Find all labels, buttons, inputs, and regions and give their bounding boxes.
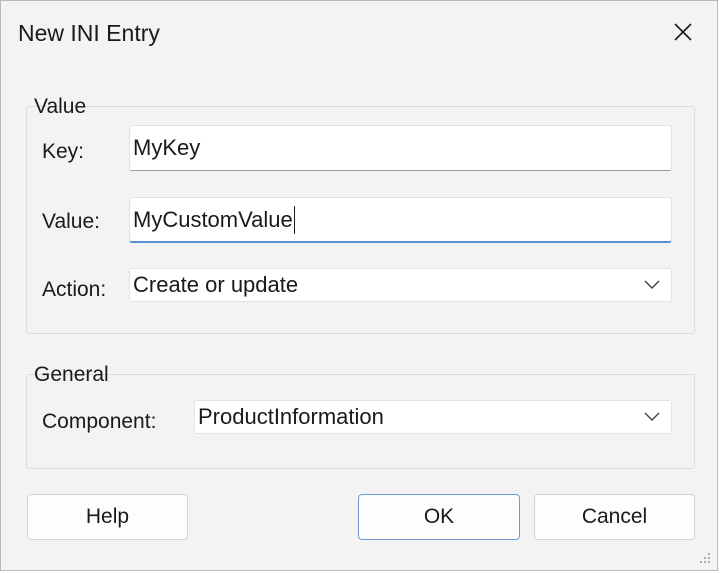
value-label: Value: [42, 210, 100, 233]
general-group-label: General [34, 363, 109, 386]
ok-button[interactable]: OK [358, 494, 520, 540]
cancel-button[interactable]: Cancel [534, 494, 695, 540]
component-selected-value: ProductInformation [198, 404, 384, 429]
value-group-label: Value [34, 95, 87, 118]
component-combobox[interactable]: ProductInformation [194, 400, 672, 434]
help-button[interactable]: Help [27, 494, 188, 540]
title-bar[interactable]: New INI Entry [1, 1, 717, 63]
action-label: Action: [42, 278, 107, 301]
component-label: Component: [42, 410, 157, 433]
dialog-window: New INI Entry Value Key: MyKey Value: My… [0, 0, 718, 571]
close-icon [674, 23, 692, 41]
window-title: New INI Entry [18, 20, 160, 46]
value-input-value: MyCustomValue [133, 206, 293, 232]
chevron-down-icon[interactable] [633, 280, 671, 290]
chevron-down-icon[interactable] [633, 412, 671, 422]
action-selected-value: Create or update [133, 272, 299, 297]
close-button[interactable] [649, 1, 717, 63]
key-label: Key: [42, 140, 85, 163]
value-input[interactable]: MyCustomValue [129, 197, 672, 243]
resize-grip-icon[interactable] [697, 550, 711, 564]
text-caret [293, 205, 295, 234]
key-input[interactable]: MyKey [129, 125, 672, 171]
action-combobox[interactable]: Create or update [129, 268, 672, 302]
key-input-value: MyKey [133, 135, 201, 160]
